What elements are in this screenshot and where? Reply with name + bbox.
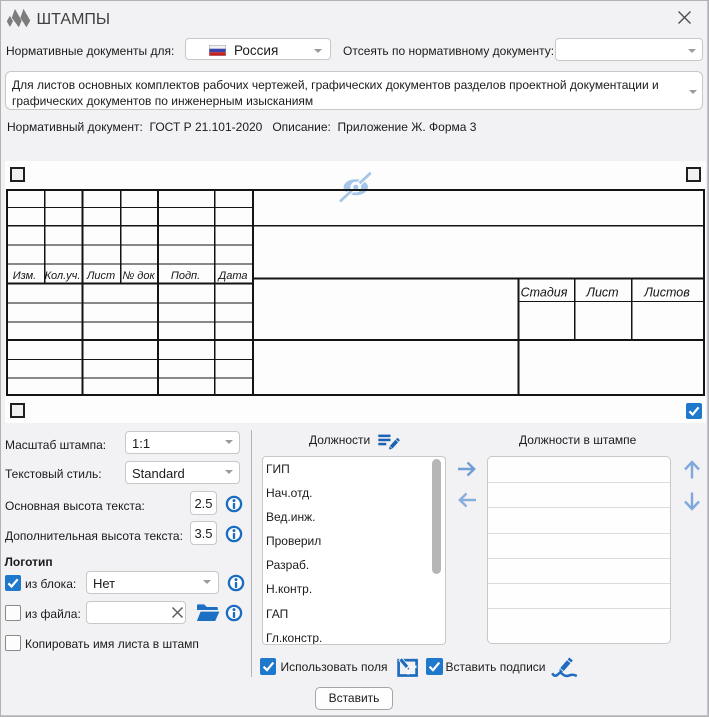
svg-text:№ док: № док	[122, 270, 155, 282]
svg-text:Кол.уч.: Кол.уч.	[45, 270, 81, 282]
svg-text:Лист: Лист	[86, 270, 115, 282]
svg-text:Дата: Дата	[216, 270, 247, 282]
svg-text:Стадия: Стадия	[521, 286, 568, 300]
svg-text:Подп.: Подп.	[171, 270, 200, 282]
svg-text:Лист: Лист	[585, 286, 618, 300]
svg-text:Изм.: Изм.	[13, 270, 36, 282]
svg-text:Листов: Листов	[643, 286, 690, 300]
